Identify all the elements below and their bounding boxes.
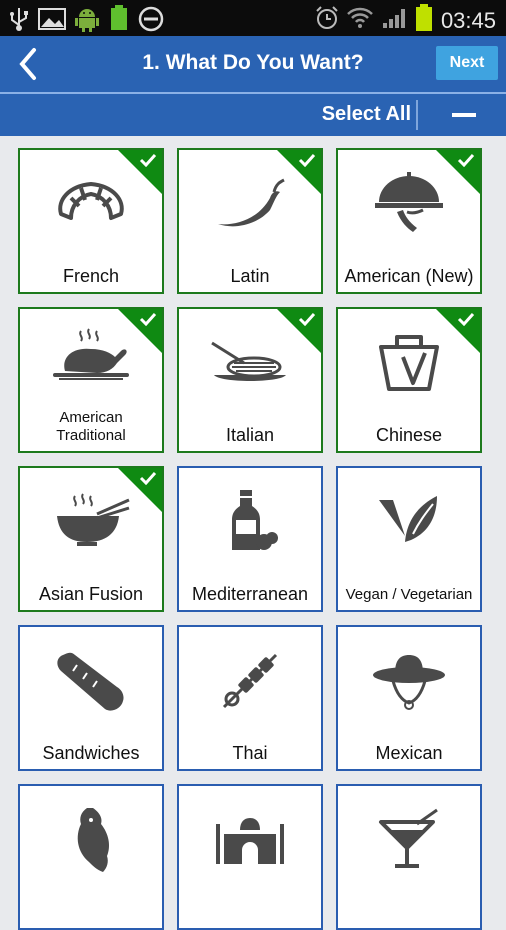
tile-label: French (62, 266, 120, 286)
cuisine-tile-mediterranean[interactable]: Mediterranean (177, 466, 323, 612)
usb-icon (8, 6, 30, 37)
status-bar: 03:45 (0, 0, 506, 36)
taj-mahal-icon (179, 802, 321, 878)
notification-icons (8, 5, 164, 38)
alarm-icon (315, 5, 339, 36)
checkmark-icon (457, 153, 475, 167)
next-button[interactable]: Next (436, 46, 498, 80)
tile-label: American (New) (344, 266, 474, 286)
croissant-icon (20, 166, 162, 242)
cuisine-tile-vegan-vegetarian[interactable]: Vegan / Vegetarian (336, 466, 482, 612)
chili-pepper-icon (179, 166, 321, 242)
battery-full-icon (108, 5, 130, 38)
checkmark-icon (298, 312, 316, 326)
cuisine-tile-thai[interactable]: Thai (177, 625, 323, 771)
toolbar-divider (416, 100, 418, 130)
cuisine-tile-american-traditional[interactable]: American Traditional (18, 307, 164, 453)
select-all-button[interactable]: Select All (322, 103, 411, 126)
roast-turkey-icon (20, 319, 162, 395)
signal-icon (381, 6, 407, 35)
title-bar: 1. What Do You Want? Next (0, 36, 506, 94)
tile-label: Italian (225, 425, 275, 445)
cuisine-tile-french[interactable]: French (18, 148, 164, 294)
tile-label: Thai (232, 743, 268, 763)
noodle-bowl-icon (20, 484, 162, 560)
cuisine-tile-chinese[interactable]: Chinese (336, 307, 482, 453)
checkmark-icon (139, 471, 157, 485)
gallery-icon (38, 7, 66, 36)
fish-icon (20, 802, 162, 878)
checkmark-icon (298, 153, 316, 167)
tile-label: Sandwiches (42, 743, 140, 763)
selection-toolbar: Select All (0, 94, 506, 136)
skewer-icon (179, 643, 321, 719)
tile-label: Asian Fusion (38, 584, 144, 604)
clock: 03:45 (440, 7, 496, 33)
tile-label: Vegan / Vegetarian (345, 586, 473, 603)
page-title: 1. What Do You Want? (142, 51, 364, 74)
checkmark-icon (457, 312, 475, 326)
wifi-icon (347, 6, 373, 35)
spaghetti-plate-icon (179, 325, 321, 401)
bread-loaf-icon (20, 643, 162, 719)
oil-bottle-olive-icon (179, 484, 321, 560)
cuisine-tile-bars[interactable] (336, 784, 482, 930)
cocktail-icon (338, 802, 480, 878)
cuisine-tile-mexican[interactable]: Mexican (336, 625, 482, 771)
cuisine-tile-asian-fusion[interactable]: Asian Fusion (18, 466, 164, 612)
tile-label: Chinese (375, 425, 443, 445)
leaf-v-icon (338, 484, 480, 560)
tile-label: Mexican (375, 743, 443, 763)
blocked-icon (138, 6, 164, 37)
tile-label: American Traditional (56, 409, 126, 444)
battery-icon (415, 4, 433, 37)
cuisine-tile-latin[interactable]: Latin (177, 148, 323, 294)
deselect-all-button[interactable] (452, 113, 476, 117)
cuisine-tile-indian[interactable] (177, 784, 323, 930)
system-icons: 03:45 (315, 4, 496, 37)
cuisine-tile-italian[interactable]: Italian (177, 307, 323, 453)
cuisine-tile-seafood[interactable] (18, 784, 164, 930)
tile-label: Latin (230, 266, 270, 286)
cuisine-tile-american-new[interactable]: American (New) (336, 148, 482, 294)
tile-label: Mediterranean (191, 584, 309, 604)
sombrero-icon (338, 643, 480, 719)
takeout-box-icon (338, 325, 480, 401)
cuisine-tile-sandwiches[interactable]: Sandwiches (18, 625, 164, 771)
cloche-icon (338, 166, 480, 242)
checkmark-icon (139, 153, 157, 167)
android-icon (74, 5, 100, 38)
